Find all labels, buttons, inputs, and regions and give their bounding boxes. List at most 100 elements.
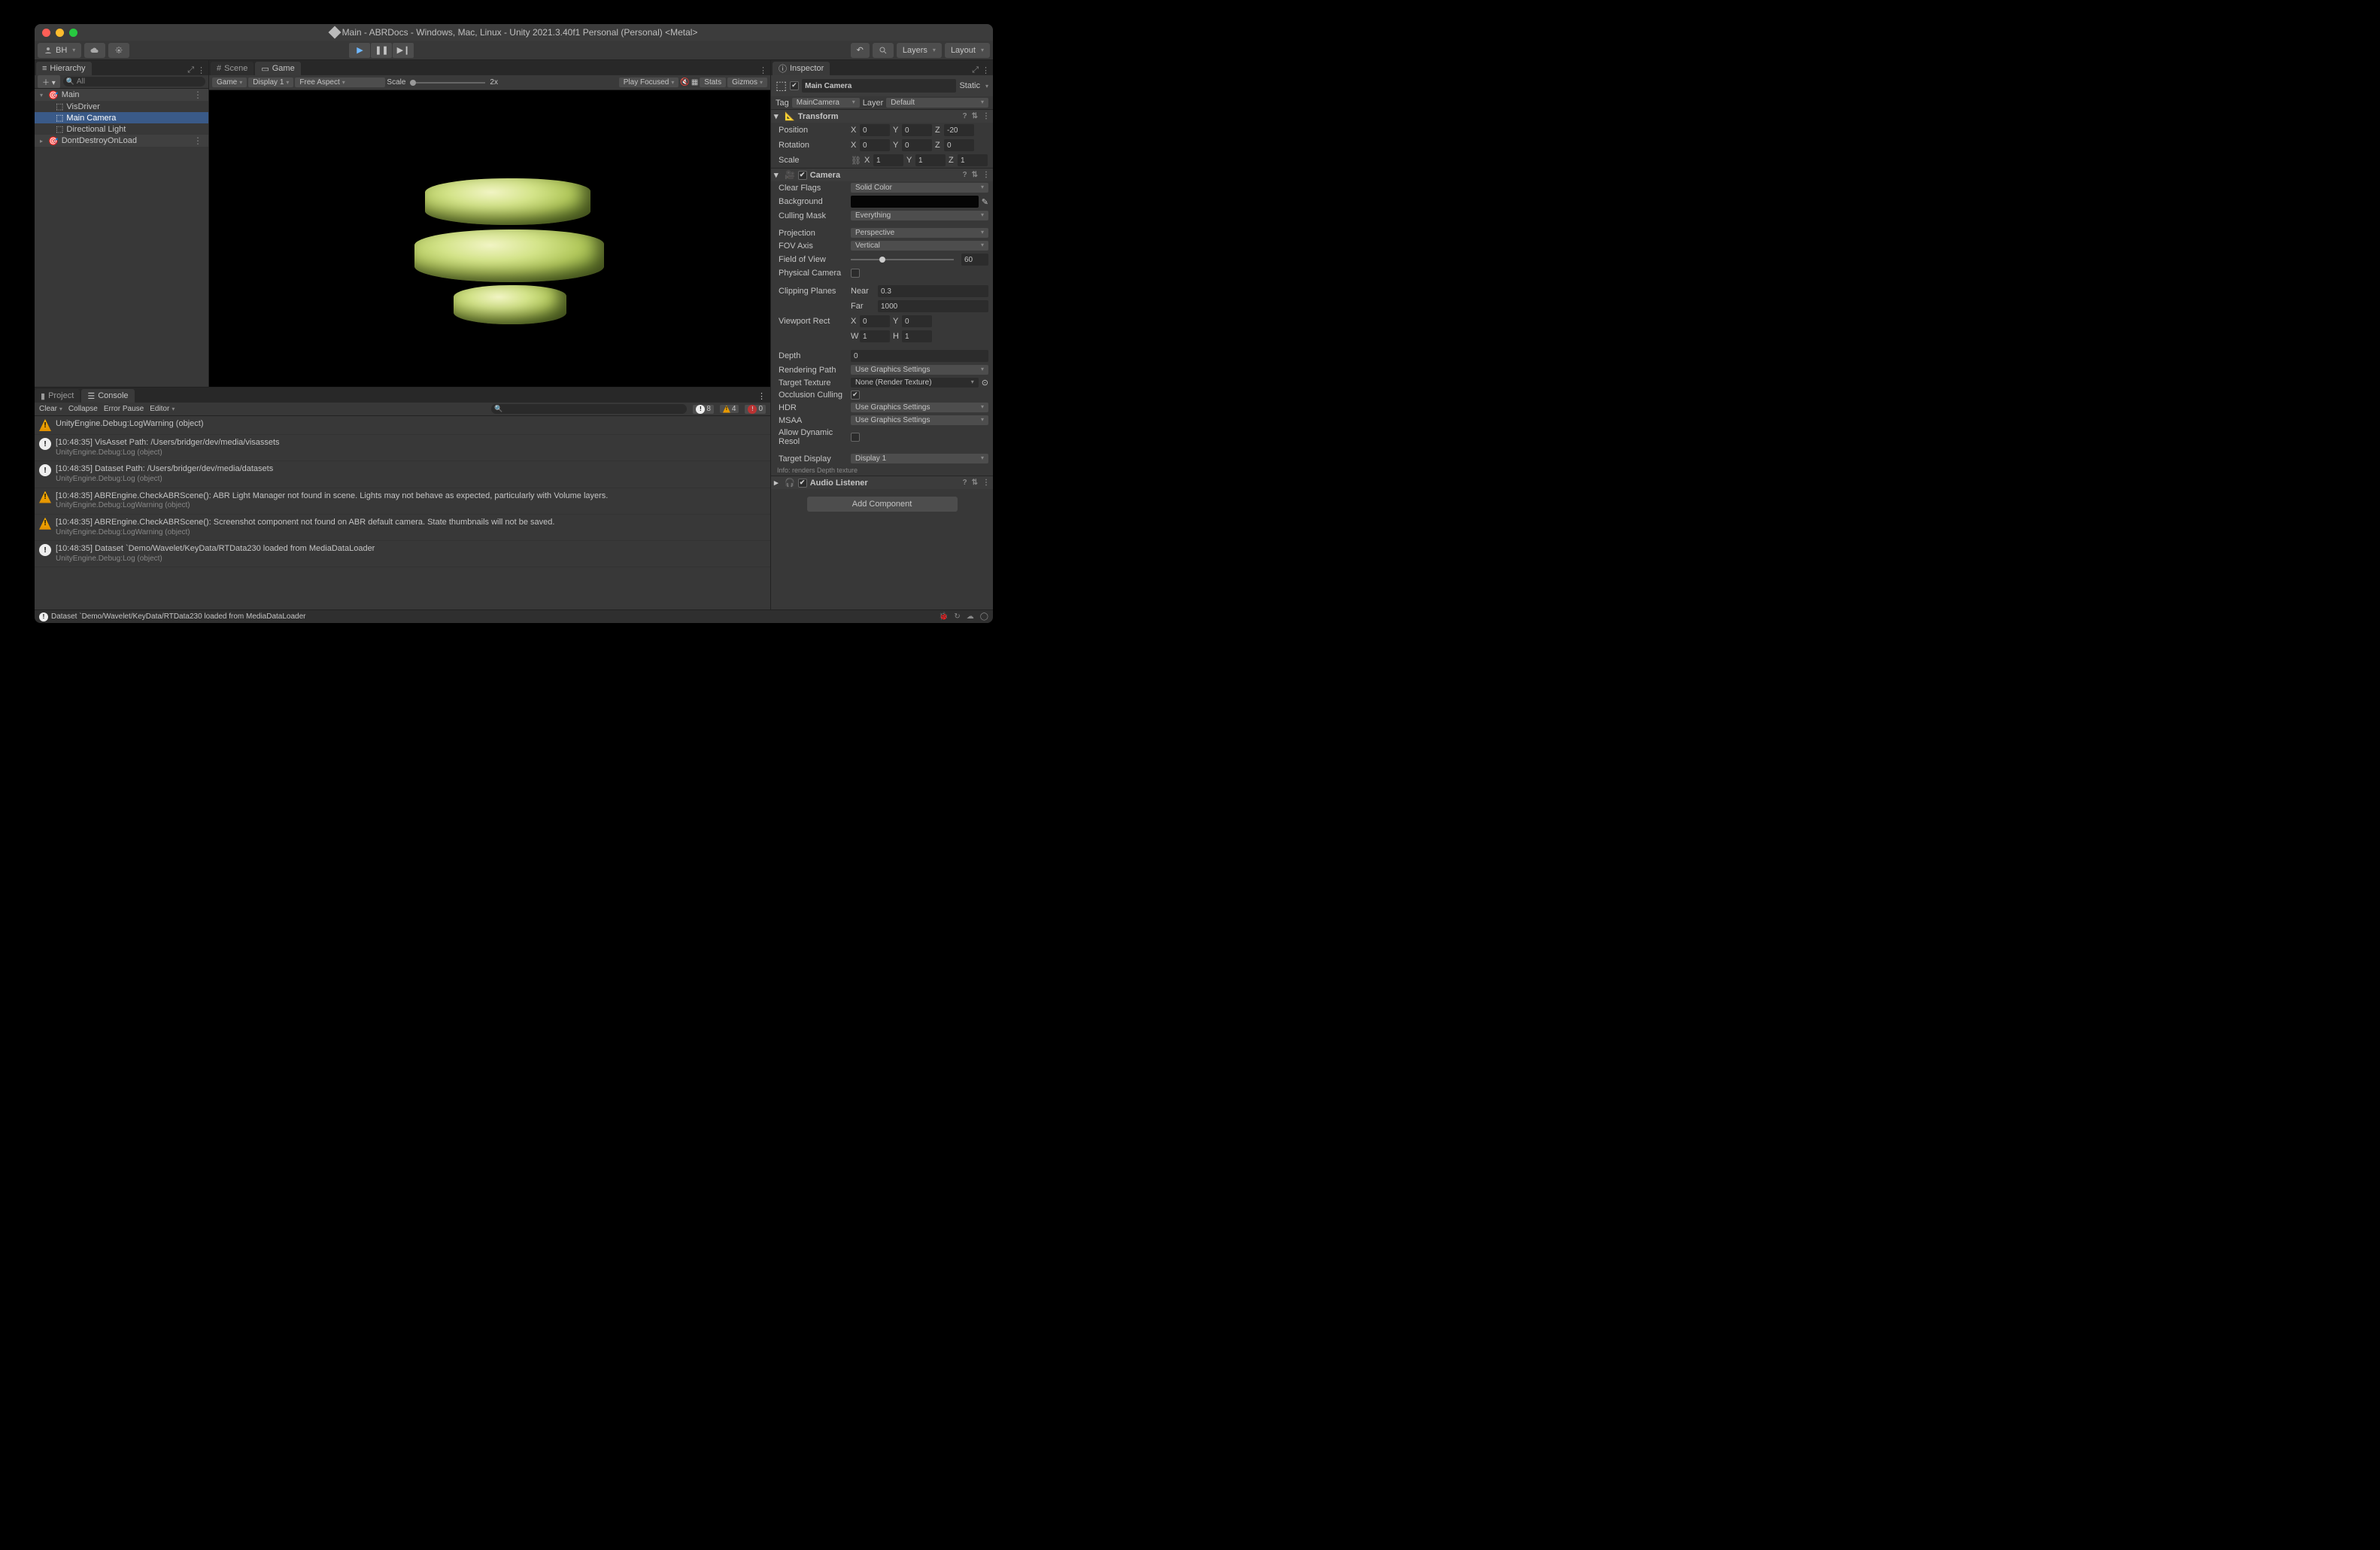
account-dropdown[interactable]: BH bbox=[38, 43, 81, 58]
err-count[interactable]: ! 0 bbox=[745, 405, 766, 414]
fov-slider[interactable] bbox=[851, 259, 954, 260]
hierarchy-main-camera[interactable]: ⬚ Main Camera bbox=[35, 112, 208, 123]
pause-button[interactable]: ❚❚ bbox=[371, 43, 392, 58]
global-search-button[interactable] bbox=[873, 43, 894, 58]
console-search[interactable] bbox=[491, 404, 687, 414]
camera-enabled-checkbox[interactable] bbox=[798, 171, 807, 180]
console-entry[interactable]: ![10:48:35] Dataset `Demo/Wavelet/KeyDat… bbox=[35, 541, 770, 567]
background-color-field[interactable] bbox=[851, 196, 979, 208]
stats-toggle[interactable]: Stats bbox=[700, 78, 726, 87]
help-icon[interactable]: ? bbox=[963, 479, 967, 487]
progress-icon[interactable]: ◯ bbox=[980, 612, 988, 621]
vp-y-field[interactable] bbox=[902, 315, 932, 327]
cloud-button[interactable] bbox=[84, 43, 105, 58]
scl-y-field[interactable] bbox=[915, 154, 946, 166]
panel-menu-icon[interactable]: ⋮ bbox=[757, 392, 766, 401]
mute-icon[interactable]: 🔇 bbox=[680, 78, 689, 87]
depth-field[interactable] bbox=[851, 350, 988, 362]
undo-history-button[interactable]: ↶ bbox=[851, 43, 870, 58]
static-dropdown[interactable] bbox=[983, 81, 988, 90]
aspect-dd[interactable]: Free Aspect bbox=[295, 78, 385, 87]
preset-icon[interactable]: ⇅ bbox=[972, 171, 978, 179]
game-view[interactable] bbox=[209, 90, 770, 387]
preset-icon[interactable]: ⇅ bbox=[972, 479, 978, 487]
audio-enabled-checkbox[interactable] bbox=[798, 479, 807, 488]
panel-lock-icon[interactable]: ⤢ bbox=[972, 65, 979, 75]
target-texture-field[interactable]: None (Render Texture) bbox=[851, 378, 979, 388]
layers-dropdown[interactable]: Layers bbox=[897, 43, 942, 58]
object-enabled-checkbox[interactable] bbox=[790, 81, 799, 90]
far-field[interactable] bbox=[878, 300, 988, 312]
target-display-dd[interactable]: Display 1 bbox=[851, 454, 988, 463]
rot-x-field[interactable] bbox=[860, 139, 890, 151]
close-window[interactable] bbox=[42, 29, 50, 37]
dynres-checkbox[interactable] bbox=[851, 433, 860, 442]
occlusion-checkbox[interactable] bbox=[851, 391, 860, 400]
panel-menu-icon[interactable]: ⋮ bbox=[759, 65, 767, 75]
pos-x-field[interactable] bbox=[860, 124, 890, 136]
object-picker-icon[interactable]: ⊙ bbox=[982, 378, 988, 388]
hierarchy-visdriver[interactable]: ⬚ VisDriver bbox=[35, 101, 208, 112]
console-entry[interactable]: ![10:48:35] VisAsset Path: /Users/bridge… bbox=[35, 435, 770, 461]
console-entry[interactable]: ![10:48:35] ABREngine.CheckABRScene(): A… bbox=[35, 488, 770, 515]
scene-main[interactable]: ▾🎯 Main⋮ bbox=[35, 89, 208, 101]
audio-listener-header[interactable]: ▸🎧 Audio Listener ?⇅⋮ bbox=[771, 476, 993, 489]
render-path-dd[interactable]: Use Graphics Settings bbox=[851, 365, 988, 375]
vp-w-field[interactable] bbox=[860, 330, 890, 342]
constrain-icon[interactable]: ⛓ bbox=[851, 156, 861, 166]
more-icon[interactable]: ⋮ bbox=[193, 90, 205, 100]
game-mode-dd[interactable]: Game bbox=[212, 78, 247, 87]
preset-icon[interactable]: ⇅ bbox=[972, 112, 978, 120]
hdr-dd[interactable]: Use Graphics Settings bbox=[851, 403, 988, 412]
hierarchy-tab[interactable]: ≡ Hierarchy bbox=[36, 62, 92, 75]
console-entry[interactable]: ![10:48:35] ABREngine.CheckABRScene(): S… bbox=[35, 515, 770, 541]
step-button[interactable]: ▶❙ bbox=[393, 43, 414, 58]
cache-server-icon[interactable]: ☁ bbox=[967, 612, 974, 621]
fov-axis-dd[interactable]: Vertical bbox=[851, 241, 988, 251]
clear-button[interactable]: Clear bbox=[39, 405, 62, 413]
panel-menu-icon[interactable]: ⋮ bbox=[197, 65, 205, 75]
more-icon[interactable]: ⋮ bbox=[193, 135, 205, 146]
console-list[interactable]: !UnityEngine.Debug:LogWarning (object)![… bbox=[35, 416, 770, 609]
settings-button[interactable] bbox=[108, 43, 129, 58]
camera-header[interactable]: ▾🎥 Camera ?⇅⋮ bbox=[771, 168, 993, 181]
component-menu-icon[interactable]: ⋮ bbox=[982, 479, 990, 487]
scl-z-field[interactable] bbox=[958, 154, 988, 166]
msaa-dd[interactable]: Use Graphics Settings bbox=[851, 415, 988, 425]
culling-mask-dd[interactable]: Everything bbox=[851, 211, 988, 220]
warn-count[interactable]: ! 4 bbox=[720, 405, 739, 413]
transform-header[interactable]: ▾📐 Transform ?⇅⋮ bbox=[771, 109, 993, 123]
minimize-window[interactable] bbox=[56, 29, 64, 37]
tab-project[interactable]: ▮ Project bbox=[35, 389, 80, 403]
pos-y-field[interactable] bbox=[902, 124, 932, 136]
play-focus-dd[interactable]: Play Focused bbox=[619, 78, 679, 87]
play-button[interactable]: ▶ bbox=[349, 43, 370, 58]
scale-slider[interactable] bbox=[410, 82, 485, 84]
scl-x-field[interactable] bbox=[873, 154, 903, 166]
help-icon[interactable]: ? bbox=[963, 171, 967, 179]
physical-camera-checkbox[interactable] bbox=[851, 269, 860, 278]
component-menu-icon[interactable]: ⋮ bbox=[982, 171, 990, 179]
pos-z-field[interactable] bbox=[944, 124, 974, 136]
help-icon[interactable]: ? bbox=[963, 112, 967, 120]
tag-dropdown[interactable]: MainCamera bbox=[792, 98, 860, 108]
tab-inspector[interactable]: ⓘ Inspector bbox=[773, 62, 830, 75]
rot-y-field[interactable] bbox=[902, 139, 932, 151]
create-menu[interactable]: ＋ ▾ bbox=[38, 75, 60, 88]
component-menu-icon[interactable]: ⋮ bbox=[982, 112, 990, 120]
auto-refresh-icon[interactable]: ↻ bbox=[954, 612, 960, 621]
display-dd[interactable]: Display 1 bbox=[248, 78, 293, 87]
rot-z-field[interactable] bbox=[944, 139, 974, 151]
maximize-window[interactable] bbox=[69, 29, 77, 37]
collapse-toggle[interactable]: Collapse bbox=[68, 405, 98, 413]
gizmos-toggle[interactable]: Gizmos bbox=[727, 78, 767, 87]
layout-dropdown[interactable]: Layout bbox=[945, 43, 990, 58]
scene-dontdestroy[interactable]: ▸🎯 DontDestroyOnLoad⋮ bbox=[35, 135, 208, 147]
hierarchy-search[interactable]: All bbox=[63, 77, 205, 87]
hierarchy-directional-light[interactable]: ⬚ Directional Light bbox=[35, 123, 208, 135]
near-field[interactable] bbox=[878, 285, 988, 297]
vp-h-field[interactable] bbox=[902, 330, 932, 342]
panel-lock-icon[interactable]: ⤢ bbox=[187, 65, 194, 75]
object-name-field[interactable] bbox=[802, 79, 956, 93]
tab-console[interactable]: ☰ Console bbox=[81, 389, 134, 403]
